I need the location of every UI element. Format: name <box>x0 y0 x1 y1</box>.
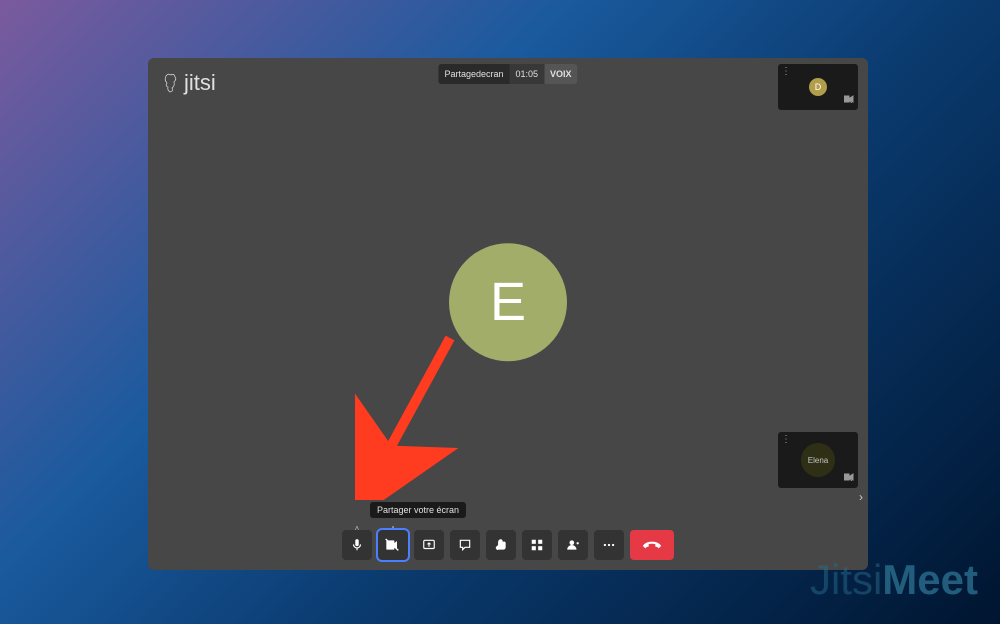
watermark-light: Jitsi <box>810 556 882 603</box>
screen-share-icon <box>422 538 436 552</box>
main-participant-avatar: E <box>449 243 567 361</box>
participant-thumbnail-elena[interactable]: ⋮ Elena <box>778 432 858 488</box>
jitsi-logo: jitsi <box>162 70 216 96</box>
more-icon <box>602 538 616 552</box>
tile-view-button[interactable] <box>522 530 552 560</box>
hangup-button[interactable] <box>630 530 674 560</box>
person-icon <box>566 538 580 552</box>
hand-icon <box>494 538 508 552</box>
chat-button[interactable] <box>450 530 480 560</box>
participant-elena-name: Elena <box>808 456 828 465</box>
share-screen-tooltip: Partager votre écran <box>370 502 466 518</box>
phone-hangup-icon <box>642 538 662 552</box>
reactions-button[interactable] <box>486 530 516 560</box>
mic-button[interactable] <box>342 530 372 560</box>
room-title: Partagedecran <box>438 64 509 84</box>
meeting-timer: 01:05 <box>510 64 545 84</box>
watermark: JitsiMeet <box>810 556 978 604</box>
participant-d-avatar: D <box>809 78 827 96</box>
grid-icon <box>530 538 544 552</box>
camera-off-icon <box>844 468 854 486</box>
camera-off-icon <box>844 90 854 108</box>
mode-badge[interactable]: VOIX <box>544 64 578 84</box>
jitsi-logo-icon <box>162 72 180 94</box>
main-avatar-letter: E <box>490 271 526 333</box>
more-button[interactable] <box>594 530 624 560</box>
camera-off-icon <box>385 538 401 552</box>
camera-button[interactable] <box>378 530 408 560</box>
participant-elena-avatar: Elena <box>801 443 835 477</box>
participant-thumbnail-d[interactable]: ⋮ D <box>778 64 858 110</box>
thumbnail-menu-icon[interactable]: ⋮ <box>781 67 791 77</box>
next-page-button[interactable]: › <box>854 490 868 504</box>
watermark-bold: Meet <box>882 556 978 603</box>
header-status: Partagedecran 01:05 VOIX <box>438 64 577 84</box>
chat-icon <box>458 538 472 552</box>
thumbnail-menu-icon[interactable]: ⋮ <box>781 435 791 445</box>
participants-button[interactable] <box>558 530 588 560</box>
share-screen-button[interactable] <box>414 530 444 560</box>
avatar-d-letter: D <box>815 82 822 92</box>
toolbar: ˄ ˄ <box>342 530 674 560</box>
mic-icon <box>350 538 364 552</box>
meeting-window: jitsi Partagedecran 01:05 VOIX ⋮ D ⋮ Ele… <box>148 58 868 570</box>
logo-text: jitsi <box>184 70 216 96</box>
